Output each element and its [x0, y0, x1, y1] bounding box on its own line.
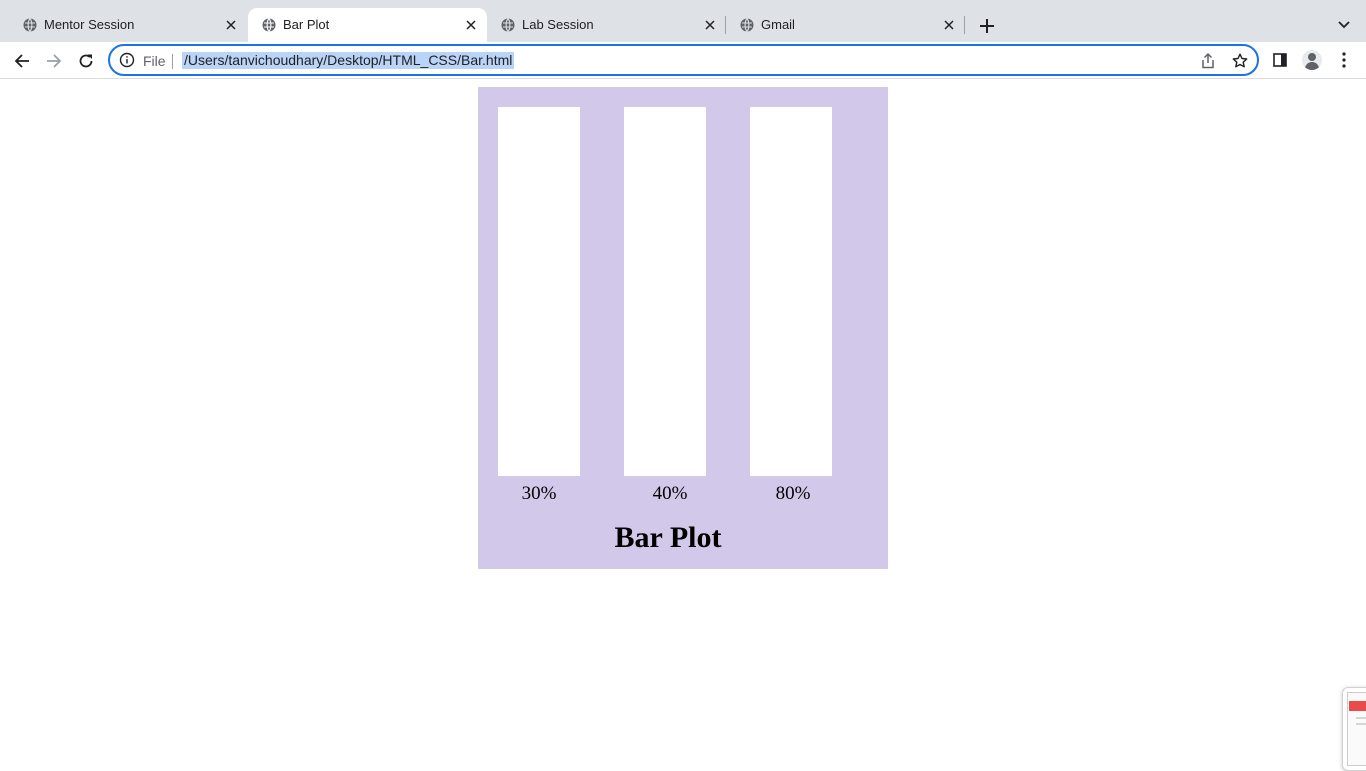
plot-title: Bar Plot: [614, 521, 722, 554]
reload-icon: [79, 54, 93, 68]
globe-icon: [23, 18, 37, 32]
close-icon[interactable]: [940, 16, 958, 34]
reload-button[interactable]: [73, 48, 99, 74]
menu-button[interactable]: [1332, 48, 1356, 72]
arrow-right-icon: [47, 54, 62, 68]
side-panel-icon: [1273, 53, 1287, 67]
tab-lab-session[interactable]: Lab Session: [487, 8, 726, 42]
screenshot-thumbnail[interactable]: [1342, 687, 1366, 771]
thumbnail-line: [1356, 723, 1366, 725]
side-panel-button[interactable]: [1268, 48, 1292, 72]
plus-icon: [980, 19, 994, 33]
thumbnail-line: [1356, 717, 1366, 719]
thumbnail-accent: [1349, 701, 1366, 711]
close-icon[interactable]: [701, 16, 719, 34]
close-icon[interactable]: [462, 16, 480, 34]
chevron-down-icon: [1338, 21, 1350, 29]
page-viewport: 30% 40% 80% Bar Plot: [0, 79, 1366, 771]
url-scheme-label: File: [143, 53, 166, 69]
tab-title: Bar Plot: [283, 17, 330, 32]
thumbnail-preview: [1347, 692, 1366, 766]
browser-toolbar: File /Users/tanvichoudhary/Desktop/HTML_…: [0, 42, 1366, 79]
new-tab-button[interactable]: [975, 14, 999, 38]
tab-strip: Mentor Session Bar Plot Lab Session Gmai…: [0, 0, 1366, 42]
bookmark-star-icon[interactable]: [1231, 52, 1249, 70]
profile-button[interactable]: [1300, 48, 1324, 72]
tab-title: Mentor Session: [44, 17, 135, 32]
bar-label: 80%: [775, 483, 811, 504]
info-icon[interactable]: [119, 52, 135, 68]
tab-mentor-session[interactable]: Mentor Session: [9, 8, 249, 42]
globe-icon: [501, 18, 515, 32]
bar-label: 40%: [652, 483, 688, 504]
url-text[interactable]: /Users/tanvichoudhary/Desktop/HTML_CSS/B…: [182, 52, 515, 69]
address-bar[interactable]: File /Users/tanvichoudhary/Desktop/HTML_…: [108, 44, 1259, 76]
tab-title: Lab Session: [522, 17, 594, 32]
tab-separator: [964, 16, 965, 34]
bar-plot-container: 30% 40% 80% Bar Plot: [478, 87, 888, 569]
globe-icon: [740, 18, 754, 32]
tab-gmail[interactable]: Gmail: [726, 8, 965, 42]
forward-button[interactable]: [41, 48, 67, 74]
bar: [750, 107, 832, 476]
share-icon[interactable]: [1199, 52, 1217, 70]
bar-label: 30%: [521, 483, 557, 504]
back-button[interactable]: [9, 48, 35, 74]
close-icon[interactable]: [222, 16, 240, 34]
tab-title: Gmail: [761, 17, 795, 32]
divider: [172, 54, 173, 69]
arrow-left-icon: [14, 54, 29, 68]
bar: [624, 107, 706, 476]
tab-bar-plot[interactable]: Bar Plot: [248, 8, 487, 42]
avatar: [1302, 50, 1322, 70]
tab-search-button[interactable]: [1333, 14, 1355, 36]
globe-icon: [262, 18, 276, 32]
more-vertical-icon: [1342, 52, 1346, 68]
bar: [498, 107, 580, 476]
